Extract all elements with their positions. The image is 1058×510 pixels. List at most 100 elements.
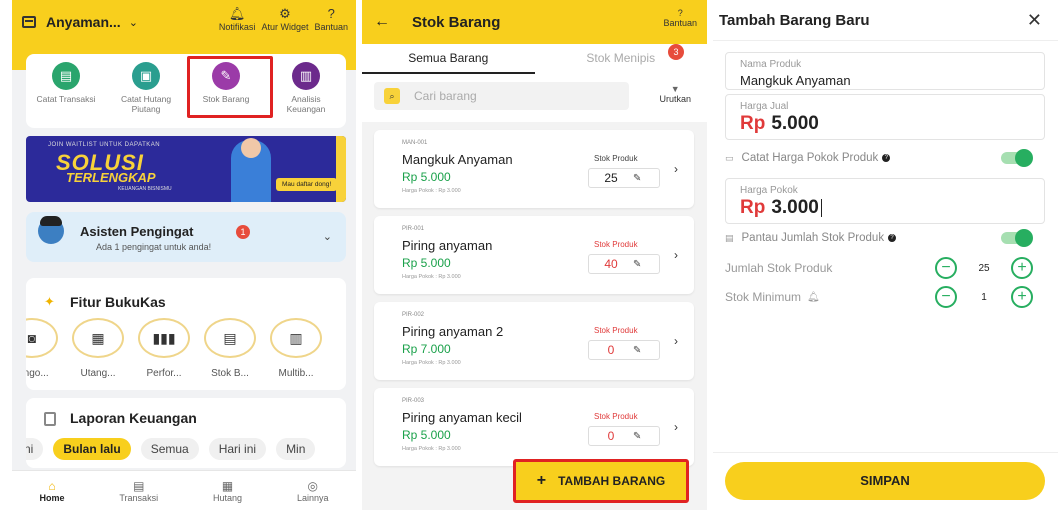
quick-actions-card: ▤ Catat Transaksi ▣ Catat Hutang Piutang… xyxy=(26,54,346,128)
stock-qty-value[interactable]: 25 xyxy=(957,263,1011,274)
quick-action-stock[interactable]: ✎ Stok Barang xyxy=(191,62,261,128)
report-tab[interactable]: ni xyxy=(26,438,44,460)
pencil-icon[interactable]: ✎ xyxy=(633,345,641,356)
cost-price-display: Rp 3.000 xyxy=(740,197,822,219)
feature-item[interactable]: ▦ Utang... xyxy=(72,318,124,379)
product-card[interactable]: MAN-001 Mangkuk Anyaman Rp 5.000 Harga P… xyxy=(374,130,694,208)
save-button[interactable]: SIMPAN xyxy=(725,462,1045,500)
pencil-icon[interactable]: ✎ xyxy=(633,431,641,442)
minus-button[interactable]: − xyxy=(935,286,957,308)
chevron-right-icon[interactable]: › xyxy=(674,162,678,176)
plus-button[interactable]: + xyxy=(1011,257,1033,279)
product-price: Rp 5.000 xyxy=(402,256,451,270)
banner-cta[interactable]: Mau daftar dong! xyxy=(276,178,338,191)
receipt-icon: ▤ xyxy=(52,62,80,90)
report-tab[interactable]: Hari ini xyxy=(208,438,267,460)
stock-qty-row: Jumlah Stok Produk − 25 + xyxy=(725,257,1045,279)
product-name-value: Mangkuk Anyaman xyxy=(740,73,851,88)
nav-more[interactable]: ◎ Lainnya xyxy=(297,479,329,503)
tab-all-items[interactable]: Semua Barang xyxy=(362,44,535,74)
stock-value: 25 xyxy=(604,171,618,185)
help-icon: ? xyxy=(677,8,683,18)
product-cost: Harga Pokok : Rp 3.000 xyxy=(402,188,461,194)
feature-item[interactable]: ◙ ...ngo... xyxy=(26,318,58,379)
product-price: Rp 5.000 xyxy=(402,428,451,442)
quick-action-record-debt[interactable]: ▣ Catat Hutang Piutang xyxy=(111,62,181,128)
product-card[interactable]: PIR-002 Piring anyaman 2 Rp 7.000 Harga … xyxy=(374,302,694,380)
features-row: ◙ ...ngo... ▦ Utang... ▮▮▮ Perfor... ▤ S… xyxy=(26,318,322,379)
assistant-avatar xyxy=(38,216,64,244)
quick-action-record-transaction[interactable]: ▤ Catat Transaksi xyxy=(31,62,101,128)
stock-min-stepper: − 1 + xyxy=(935,286,1033,308)
pencil-icon[interactable]: ✎ xyxy=(633,173,641,184)
ledger-icon: ▦ xyxy=(72,318,124,358)
sparkle-icon: ✦ xyxy=(44,294,55,309)
plus-button[interactable]: + xyxy=(1011,286,1033,308)
reminder-badge: 1 xyxy=(236,225,250,239)
divider xyxy=(713,40,1058,41)
stock-field[interactable]: 40 ✎ xyxy=(588,254,660,274)
feature-item[interactable]: ▤ Stok B... xyxy=(204,318,256,379)
bell-icon: 🔔︎ xyxy=(807,291,820,303)
sort-icon: ▼ xyxy=(670,84,680,94)
product-cost: Harga Pokok : Rp 3.000 xyxy=(402,274,461,280)
feature-label: Utang... xyxy=(80,368,116,379)
product-code: PIR-003 xyxy=(402,398,425,404)
help-button[interactable]: ? Bantuan xyxy=(314,6,348,32)
info-icon[interactable]: ? xyxy=(882,154,891,162)
report-tab[interactable]: Min xyxy=(276,438,316,460)
stock-toggle-switch[interactable] xyxy=(1001,229,1033,247)
cost-toggle-row: ▭ Catat Harga Pokok Produk ? xyxy=(725,148,1045,168)
sell-price-field[interactable]: Harga Jual Rp 5.000 xyxy=(725,94,1045,140)
chevron-down-icon[interactable]: ⌄ xyxy=(323,230,332,243)
help-label: Bantuan xyxy=(663,18,697,28)
pencil-icon[interactable]: ✎ xyxy=(633,259,641,270)
close-icon[interactable]: ✕ xyxy=(1027,10,1042,31)
minus-button[interactable]: − xyxy=(935,257,957,279)
info-icon[interactable]: ? xyxy=(888,234,897,242)
add-item-label: TAMBAH BARANG xyxy=(558,474,666,488)
stock-field[interactable]: 0 ✎ xyxy=(588,340,660,360)
stock-field[interactable]: 0 ✎ xyxy=(588,426,660,446)
add-item-button[interactable]: + TAMBAH BARANG xyxy=(513,459,689,503)
product-name: Mangkuk Anyaman xyxy=(402,152,513,167)
back-arrow-icon[interactable]: ← xyxy=(374,13,390,31)
product-card[interactable]: PIR-003 Piring anyaman kecil Rp 5.000 Ha… xyxy=(374,388,694,466)
divider xyxy=(713,452,1058,453)
stock-min-value[interactable]: 1 xyxy=(957,292,1011,303)
search-placeholder: Cari barang xyxy=(414,89,477,103)
stock-toggle-row: ▤ Pantau Jumlah Stok Produk ? xyxy=(725,228,1045,248)
report-tab-active[interactable]: Bulan lalu xyxy=(53,438,131,460)
search-input[interactable]: ⌕ Cari barang xyxy=(374,82,629,110)
chevron-right-icon[interactable]: › xyxy=(674,420,678,434)
stock-toggle-label: Pantau Jumlah Stok Produk xyxy=(741,232,885,244)
help-button[interactable]: ? Bantuan xyxy=(663,8,697,28)
feature-item[interactable]: ▮▮▮ Perfor... xyxy=(138,318,190,379)
sort-button[interactable]: ▼ Urutkan xyxy=(659,84,691,104)
banner-edge xyxy=(336,136,346,202)
stock-label: Stok Produk xyxy=(594,154,638,163)
nav-transactions[interactable]: ▤ Transaksi xyxy=(119,479,158,503)
product-card[interactable]: PIR-001 Piring anyaman Rp 5.000 Harga Po… xyxy=(374,216,694,294)
store-name[interactable]: Anyaman... xyxy=(46,14,121,30)
nav-home[interactable]: ⌂ Home xyxy=(39,479,64,503)
chevron-right-icon[interactable]: › xyxy=(674,248,678,262)
currency-symbol: Rp xyxy=(740,113,766,134)
stock-field[interactable]: 25 ✎ xyxy=(588,168,660,188)
notification-button[interactable]: 🔔︎ Notifikasi xyxy=(219,6,256,32)
quick-action-analysis[interactable]: ▥ Analisis Keuangan xyxy=(271,62,341,128)
feature-item[interactable]: ▥ Multib... xyxy=(270,318,322,379)
report-tab[interactable]: Semua xyxy=(140,438,199,460)
cost-price-field[interactable]: Harga Pokok Rp 3.000 xyxy=(725,178,1045,224)
nav-debt[interactable]: ▦ Hutang xyxy=(213,479,242,503)
widget-settings-button[interactable]: ⚙ Atur Widget xyxy=(261,6,308,32)
cost-toggle-switch[interactable] xyxy=(1001,149,1033,167)
reminder-card[interactable]: Asisten Pengingat 1 Ada 1 pengingat untu… xyxy=(26,212,346,262)
text-cursor xyxy=(820,198,822,217)
store-icon xyxy=(22,16,36,28)
stock-value: 0 xyxy=(607,429,615,443)
chevron-down-icon[interactable]: ⌄ xyxy=(129,16,138,29)
chevron-right-icon[interactable]: › xyxy=(674,334,678,348)
product-name-field[interactable]: Nama Produk Mangkuk Anyaman xyxy=(725,52,1045,90)
promo-banner[interactable]: JOIN WAITLIST UNTUK DAPATKAN SOLUSI TERL… xyxy=(26,136,346,202)
